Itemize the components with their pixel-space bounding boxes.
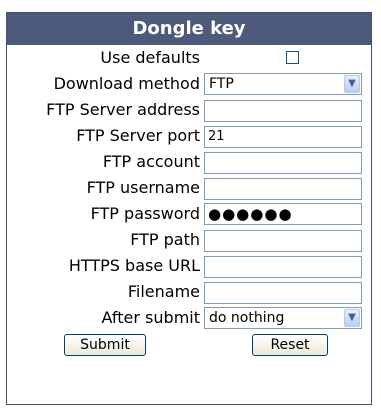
after-submit-label: After submit xyxy=(101,308,200,327)
submit-button[interactable]: Submit xyxy=(64,334,146,356)
ftp-server-port-label: FTP Server port xyxy=(76,126,200,145)
ftp-password-input[interactable] xyxy=(204,203,362,225)
use-defaults-label: Use defaults xyxy=(100,48,200,67)
ftp-account-label: FTP account xyxy=(102,152,200,171)
download-method-value: FTP xyxy=(209,76,234,92)
after-submit-select[interactable]: do nothing ▼ xyxy=(204,307,362,329)
panel-title: Dongle key xyxy=(7,13,371,45)
dongle-key-panel: Dongle key Use defaults Download method … xyxy=(6,12,372,405)
ftp-password-label: FTP password xyxy=(90,204,200,223)
chevron-down-icon[interactable]: ▼ xyxy=(344,309,360,327)
ftp-server-port-input[interactable] xyxy=(204,125,362,148)
ftp-path-input[interactable] xyxy=(204,229,362,252)
row-use-defaults: Use defaults xyxy=(7,45,371,71)
chevron-down-icon[interactable]: ▼ xyxy=(344,75,360,93)
ftp-server-address-label: FTP Server address xyxy=(46,100,200,119)
download-method-select[interactable]: FTP ▼ xyxy=(204,73,362,95)
filename-label: Filename xyxy=(127,282,200,301)
row-ftp-username: FTP username xyxy=(7,175,371,201)
row-after-submit: After submit do nothing ▼ xyxy=(7,305,371,331)
after-submit-value: do nothing xyxy=(209,310,285,326)
reset-button[interactable]: Reset xyxy=(252,334,328,356)
https-base-url-input[interactable] xyxy=(204,255,362,278)
filename-input[interactable] xyxy=(204,281,362,304)
row-ftp-server-address: FTP Server address xyxy=(7,97,371,123)
ftp-username-input[interactable] xyxy=(204,177,362,200)
row-ftp-path: FTP path xyxy=(7,227,371,253)
row-ftp-account: FTP account xyxy=(7,149,371,175)
download-method-label: Download method xyxy=(53,74,200,93)
row-buttons: Submit Reset xyxy=(7,331,371,357)
row-download-method: Download method FTP ▼ xyxy=(7,71,371,97)
row-ftp-password: FTP password xyxy=(7,201,371,227)
ftp-username-label: FTP username xyxy=(86,178,200,197)
ftp-path-label: FTP path xyxy=(130,230,200,249)
use-defaults-checkbox[interactable] xyxy=(286,51,299,64)
ftp-server-address-input[interactable] xyxy=(204,99,362,122)
row-https-base-url: HTTPS base URL xyxy=(7,253,371,279)
https-base-url-label: HTTPS base URL xyxy=(68,256,200,275)
ftp-account-input[interactable] xyxy=(204,151,362,174)
row-filename: Filename xyxy=(7,279,371,305)
row-ftp-server-port: FTP Server port xyxy=(7,123,371,149)
